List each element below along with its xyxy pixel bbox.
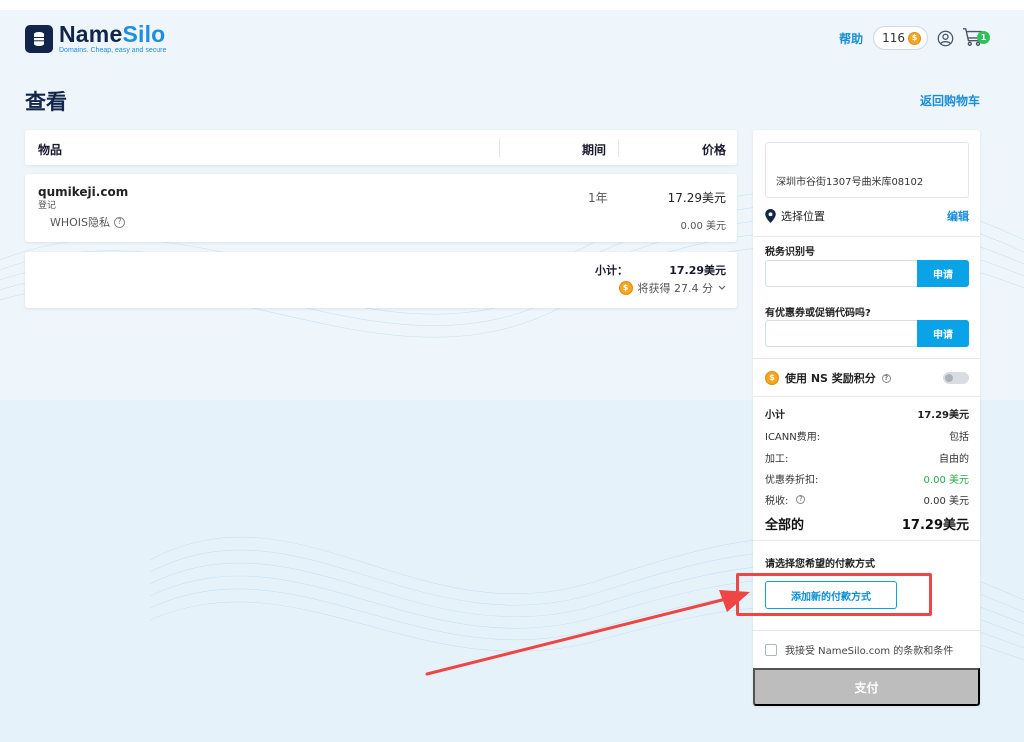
namesilo-logo[interactable]: NameSilo Domains. Cheap, easy and secure: [25, 23, 166, 54]
chevron-down-icon: [718, 285, 726, 290]
total-label: 全部的: [765, 518, 805, 533]
item-whois-privacy: WHOIS隐私 ?: [50, 214, 126, 230]
column-header-period: 期间: [582, 143, 607, 157]
coin-icon: $: [618, 281, 633, 295]
checkout-page: NameSilo Domains. Cheap, easy and secure…: [0, 0, 1024, 742]
help-link[interactable]: 帮助: [839, 30, 863, 47]
points-earned[interactable]: $ 将获得 27.4 分: [618, 280, 727, 296]
coupon-input[interactable]: [765, 320, 917, 347]
icann-fee-label: ICANN费用:: [765, 432, 821, 443]
total-value: 17.29美元: [901, 518, 969, 533]
coupon-discount-label: 优惠券折扣:: [765, 475, 819, 486]
help-question-icon[interactable]: ?: [796, 495, 806, 504]
terms-label: 我接受 NameSilo.com 的条款和条件: [785, 646, 954, 657]
summary-tax-row: 税收: ? 0.00 美元: [765, 492, 969, 507]
whois-price: 0.00 美元: [680, 221, 726, 232]
summary-icann-row: ICANN费用: 包括: [765, 428, 969, 443]
icann-fee-value: 包括: [949, 432, 969, 443]
help-question-icon[interactable]: ?: [114, 216, 126, 228]
rewards-points-pill[interactable]: 116 $: [873, 26, 928, 50]
points-count: 116: [882, 31, 905, 45]
coin-icon: $: [765, 371, 779, 385]
page-title: 查看: [25, 90, 67, 114]
account-icon[interactable]: [934, 27, 956, 49]
map-pin-icon: [765, 209, 776, 223]
coupon-label: 有优惠券或促销代码吗?: [765, 308, 871, 319]
whois-label: WHOIS隐私: [50, 216, 111, 229]
column-divider: [499, 139, 500, 157]
summary-subtotal-value: 17.29美元: [917, 410, 969, 421]
pay-button[interactable]: 支付: [753, 668, 980, 706]
summary-total-row: 全部的 17.29美元: [765, 514, 969, 533]
terms-checkbox[interactable]: [765, 643, 777, 656]
cart-button[interactable]: 1: [962, 27, 990, 49]
payment-method-label: 请选择您希望的付款方式: [765, 559, 875, 570]
tax-id-apply-button[interactable]: 申请: [917, 260, 969, 287]
cart-count-badge: 1: [977, 31, 990, 44]
use-rewards: $ 使用 NS 奖励积分 ?: [765, 370, 891, 386]
rewards-row: $ 使用 NS 奖励积分 ?: [765, 370, 969, 386]
column-header-item: 物品: [38, 143, 63, 157]
tax-label-group: 税收: ?: [765, 492, 806, 507]
tax-id-input[interactable]: [765, 260, 917, 287]
subtotal-value: 17.29美元: [669, 264, 726, 277]
use-rewards-label: 使用 NS 奖励积分: [785, 372, 876, 385]
order-summary-panel: 深圳市谷街1307号曲米库08102 选择位置 编辑 税务识别号 申请 有优惠券…: [736, 130, 980, 706]
divider: [753, 358, 980, 359]
tax-label: 税收:: [765, 496, 789, 507]
divider: [753, 236, 980, 237]
help-question-icon[interactable]: ?: [881, 373, 891, 383]
edit-address-link[interactable]: 编辑: [947, 208, 969, 224]
summary-subtotal-label: 小计: [765, 410, 785, 421]
coupon-field: 申请: [765, 320, 969, 347]
item-domain-name: qumikeji.com: [38, 185, 129, 199]
items-table-header: 物品 期间 价格: [25, 130, 737, 165]
billing-address: 深圳市谷街1307号曲米库08102: [776, 177, 924, 188]
summary-subtotal-row: 小计 17.29美元: [765, 406, 969, 421]
coupon-discount-value: 0.00 美元: [923, 475, 969, 486]
points-earned-text: 将获得 27.4 分: [637, 282, 714, 295]
back-to-cart-link[interactable]: 返回购物车: [920, 92, 980, 109]
tax-value: 0.00 美元: [923, 496, 969, 507]
cart-item-row: qumikeji.com 登记 WHOIS隐私 ? 1年 17.29美元 0.0…: [25, 174, 737, 242]
coin-icon: $: [908, 31, 921, 45]
subtotal-card: 小计： 17.29美元 $ 将获得 27.4 分: [25, 252, 737, 308]
divider: [753, 396, 980, 397]
terms-row: 我接受 NameSilo.com 的条款和条件: [765, 642, 975, 657]
processing-value: 自由的: [939, 454, 969, 465]
summary-processing-row: 加工: 自由的: [765, 450, 969, 465]
add-payment-method-button[interactable]: 添加新的付款方式: [765, 581, 897, 609]
rewards-toggle[interactable]: [943, 372, 969, 384]
tax-id-label: 税务识别号: [765, 247, 815, 258]
subtotal-label: 小计：: [595, 264, 628, 277]
column-header-price: 价格: [701, 143, 726, 157]
billing-address-box[interactable]: 深圳市谷街1307号曲米库08102: [765, 142, 969, 198]
summary-coupon-row: 优惠券折扣: 0.00 美元: [765, 471, 969, 486]
coupon-apply-button[interactable]: 申请: [917, 320, 969, 347]
item-type: 登记: [38, 201, 57, 211]
item-price: 17.29美元: [667, 191, 726, 205]
divider: [753, 630, 980, 631]
processing-label: 加工:: [765, 454, 789, 465]
item-period: 1年: [588, 191, 608, 205]
divider: [753, 540, 980, 541]
choose-location-label: 选择位置: [781, 210, 825, 223]
logo-database-icon: [25, 24, 53, 53]
logo-tagline: Domains. Cheap, easy and secure: [59, 47, 167, 54]
column-divider: [618, 139, 619, 157]
tax-id-field: 申请: [765, 260, 969, 287]
choose-location[interactable]: 选择位置: [765, 208, 825, 224]
location-row: 选择位置 编辑: [765, 208, 969, 224]
logo-wordmark: NameSilo: [59, 21, 166, 47]
header-actions: 帮助 116 $ 1: [839, 26, 990, 50]
top-header: NameSilo Domains. Cheap, easy and secure…: [0, 10, 1024, 70]
